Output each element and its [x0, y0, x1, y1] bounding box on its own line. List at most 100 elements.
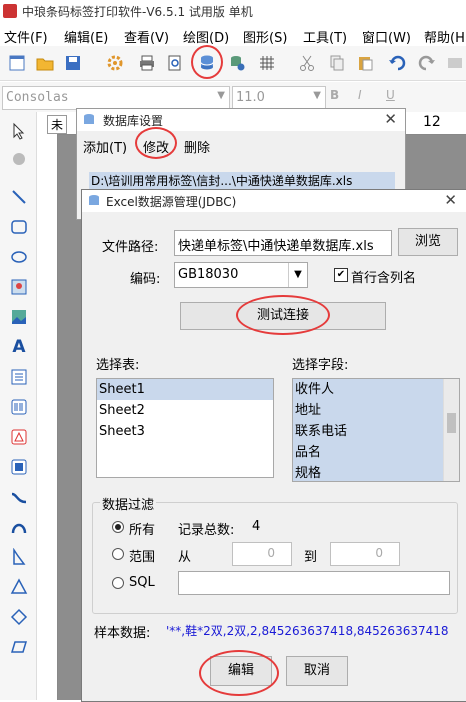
copy-icon[interactable]: [328, 54, 346, 72]
dialog-title-bar: 数据库设置 ✕: [77, 109, 405, 131]
grid-icon[interactable]: [258, 54, 276, 72]
redo-icon[interactable]: [418, 54, 436, 72]
scrollbar-thumb[interactable]: [447, 413, 456, 433]
undo-icon[interactable]: [388, 54, 406, 72]
triangle-tool-icon[interactable]: [10, 578, 28, 596]
field-row[interactable]: 联系电话: [293, 421, 459, 442]
close-icon[interactable]: ✕: [384, 110, 397, 128]
menu-file[interactable]: 文件(F): [4, 27, 48, 46]
close-icon[interactable]: ✕: [444, 191, 457, 209]
encoding-select[interactable]: GB18030 ▼: [174, 262, 308, 288]
first-row-checkbox[interactable]: ✔: [334, 268, 348, 282]
new-file-icon[interactable]: [8, 54, 26, 72]
polyline-tool-icon[interactable]: [10, 548, 28, 566]
encoding-label: 编码:: [130, 272, 161, 287]
total-count-label: 记录总数:: [178, 523, 235, 538]
radio-all[interactable]: [112, 521, 124, 533]
table-row-sheet2[interactable]: Sheet2: [97, 400, 273, 421]
menu-help[interactable]: 帮助(H): [424, 27, 466, 46]
cancel-button[interactable]: 取消: [286, 656, 348, 686]
database-icon: [89, 195, 99, 205]
arc-tool-icon[interactable]: [10, 518, 28, 536]
document-tab[interactable]: 未: [47, 115, 68, 134]
chevron-down-icon: ▼: [288, 263, 307, 287]
barcode-tool-icon[interactable]: [10, 398, 28, 416]
diamond-tool-icon[interactable]: [10, 608, 28, 626]
menu-tools[interactable]: 工具(T): [303, 27, 347, 46]
field-list-scrollbar[interactable]: [443, 379, 459, 481]
main-toolbar: [0, 46, 466, 81]
field-list[interactable]: 收件人 地址 联系电话 品名 规格: [292, 378, 460, 482]
field-row[interactable]: 收件人: [293, 379, 459, 400]
line-tool-icon[interactable]: [10, 188, 28, 206]
more-tools-icon[interactable]: [446, 54, 464, 72]
test-connection-highlight: [236, 295, 330, 335]
menu-view[interactable]: 查看(V): [124, 27, 169, 46]
rotate-icon[interactable]: [10, 150, 28, 168]
range-from-input[interactable]: 0: [232, 542, 292, 566]
radio-sql-label: SQL: [129, 575, 155, 590]
radio-sql[interactable]: [112, 577, 124, 589]
menu-window[interactable]: 窗口(W): [362, 27, 411, 46]
dialog-title: Excel数据源管理(JDBC): [106, 195, 237, 209]
file-path-input[interactable]: 快递单标签\中通快递单数据库.xls: [174, 230, 392, 256]
radio-range[interactable]: [112, 548, 124, 560]
font-value: Consolas: [6, 90, 69, 105]
table-row-sheet1[interactable]: Sheet1: [97, 379, 273, 400]
table-list[interactable]: Sheet1 Sheet2 Sheet3: [96, 378, 274, 478]
app-title: 中琅条码标签打印软件-V6.5.1 试用版 单机: [22, 5, 253, 19]
settings-gear-icon[interactable]: [106, 54, 124, 72]
browse-button[interactable]: 浏览: [398, 228, 458, 256]
radio-all-label: 所有: [129, 523, 156, 538]
paste-icon[interactable]: [356, 54, 374, 72]
menu-draw[interactable]: 绘图(D): [183, 27, 229, 46]
font-size-value: 11.0: [236, 90, 265, 105]
menu-edit[interactable]: 编辑(E): [64, 27, 108, 46]
range-to-value: 0: [375, 546, 383, 560]
pointer-icon[interactable]: [10, 122, 28, 140]
file-path-label: 文件路径:: [102, 240, 159, 255]
chevron-down-icon: ▼: [313, 90, 321, 101]
edit-button-highlight: [199, 650, 279, 696]
database-icon: [84, 114, 94, 124]
image-tool-icon[interactable]: [10, 278, 28, 296]
rich-text-tool-icon[interactable]: [10, 368, 28, 386]
matrix-code-tool-icon[interactable]: [10, 458, 28, 476]
open-folder-icon[interactable]: [36, 54, 54, 72]
delete-menu-item[interactable]: 删除: [184, 137, 210, 156]
field-row[interactable]: 地址: [293, 400, 459, 421]
edit-menu-highlight: [135, 127, 177, 159]
database-list-row[interactable]: D:\培训用常用标签\信封...\中通快递单数据库.xls: [89, 172, 395, 190]
ellipse-tool-icon[interactable]: [10, 248, 28, 266]
chevron-down-icon: ▼: [217, 90, 225, 101]
table-row-sheet3[interactable]: Sheet3: [97, 421, 273, 442]
filter-label: 数据过滤: [100, 494, 157, 513]
text-tool-icon[interactable]: A: [10, 338, 28, 356]
add-menu-item[interactable]: 添加(T): [83, 137, 127, 156]
picture-tool-icon[interactable]: [10, 308, 28, 326]
ruler-number: 12: [423, 114, 441, 130]
rounded-rect-tool-icon[interactable]: [10, 218, 28, 236]
radio-range-label: 范围: [129, 550, 156, 565]
range-to-input[interactable]: 0: [330, 542, 400, 566]
field-row[interactable]: 品名: [293, 442, 459, 463]
sample-data-value: '**,鞋*2双,2双,2,845263637418,845263637418: [166, 624, 449, 638]
italic-button[interactable]: I: [358, 88, 362, 102]
font-select[interactable]: Consolas ▼: [2, 86, 230, 110]
print-icon[interactable]: [138, 54, 156, 72]
print-preview-icon[interactable]: [166, 54, 184, 72]
file-path-value: 快递单标签\中通快递单数据库.xls: [178, 239, 374, 254]
sql-input[interactable]: [178, 571, 450, 595]
curve-tool-icon[interactable]: [10, 488, 28, 506]
qrcode-tool-icon[interactable]: [10, 428, 28, 446]
save-icon[interactable]: [64, 54, 82, 72]
encoding-value: GB18030: [178, 267, 239, 282]
parallelogram-tool-icon[interactable]: [10, 638, 28, 656]
database-settings-icon[interactable]: [228, 54, 246, 72]
field-row[interactable]: 规格: [293, 463, 459, 481]
bold-button[interactable]: B: [330, 88, 339, 102]
cut-icon[interactable]: [298, 54, 316, 72]
underline-button[interactable]: U: [386, 88, 395, 102]
menu-shape[interactable]: 图形(S): [243, 27, 287, 46]
font-size-select[interactable]: 11.0 ▼: [232, 86, 326, 110]
